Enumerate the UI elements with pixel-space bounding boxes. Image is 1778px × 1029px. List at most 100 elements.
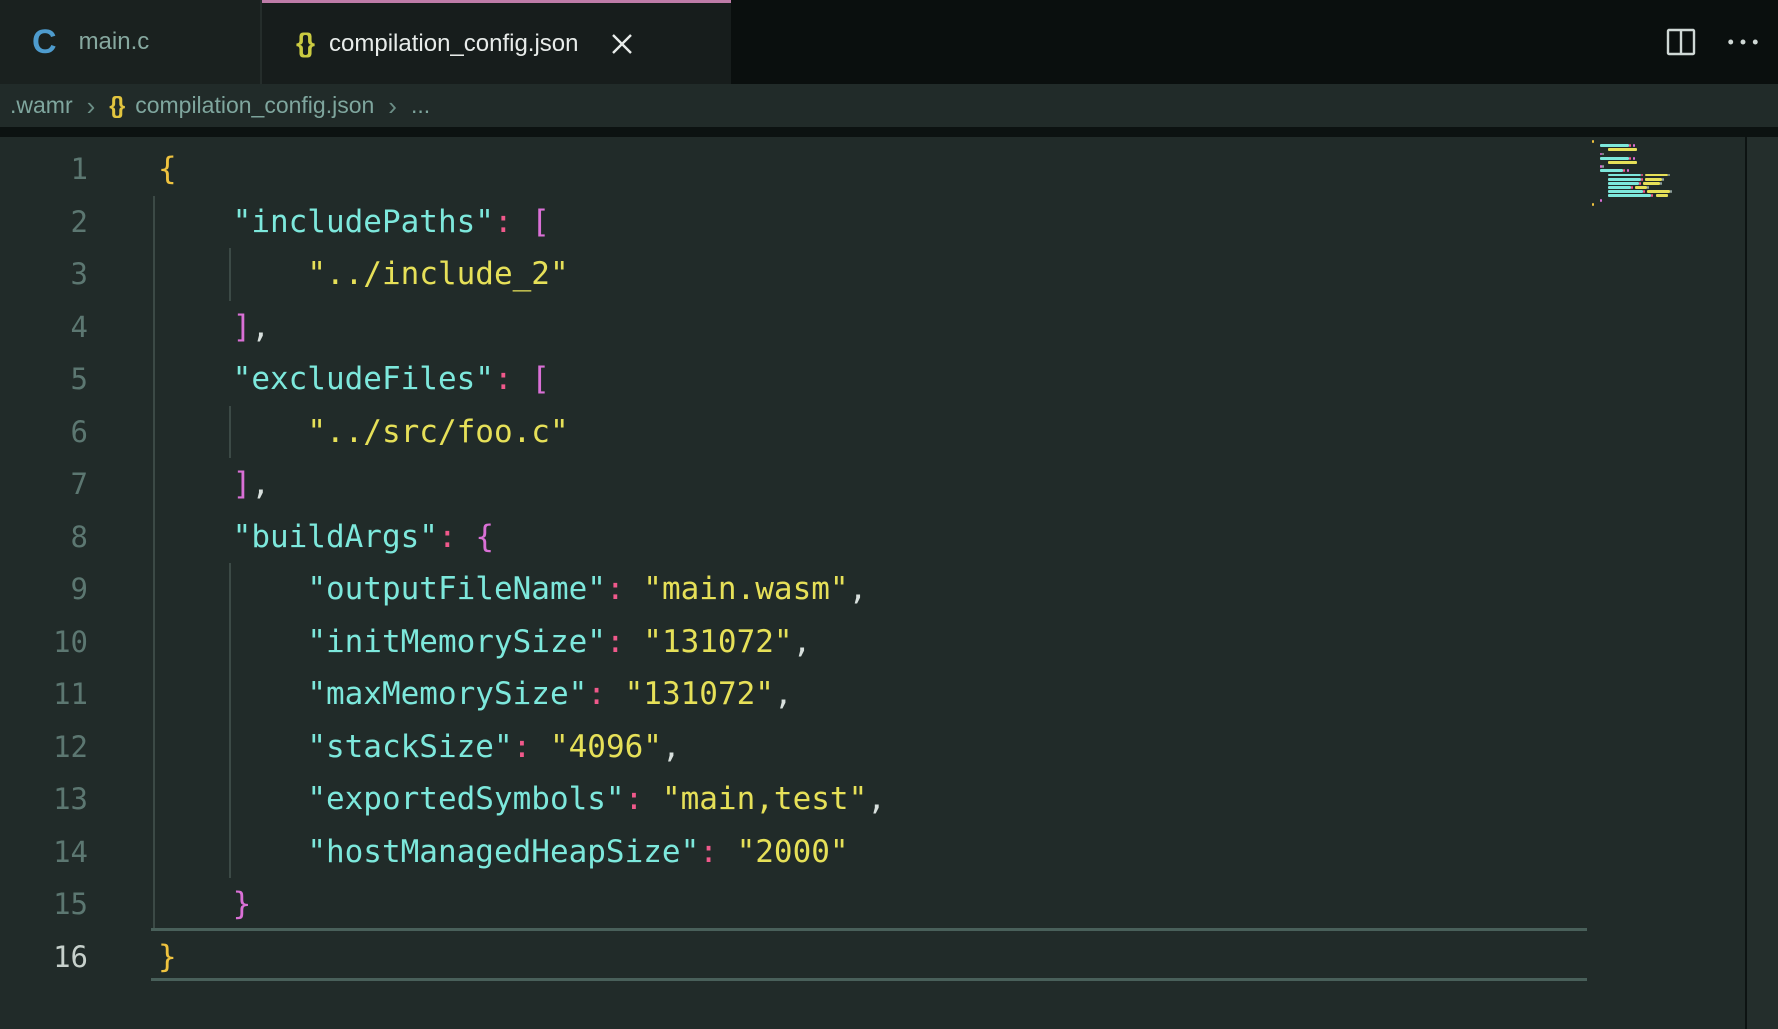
token-pun	[158, 361, 233, 397]
code-line[interactable]: }	[158, 878, 886, 931]
line-number[interactable]: 12	[0, 721, 88, 774]
code-line[interactable]: "initMemorySize": "131072",	[158, 616, 886, 669]
line-number-gutter[interactable]: 12345678910111213141516	[0, 143, 88, 983]
line-number[interactable]: 16	[0, 931, 88, 984]
tab-main-c[interactable]: C main.c	[0, 0, 262, 84]
tab-label: main.c	[79, 28, 150, 56]
token-col: :	[587, 676, 606, 712]
line-number[interactable]: 13	[0, 773, 88, 826]
line-number[interactable]: 7	[0, 458, 88, 511]
token-pun	[606, 676, 625, 712]
breadcrumb-symbol-path[interactable]: ...	[411, 92, 430, 119]
code-line[interactable]: ],	[158, 301, 886, 354]
code-line[interactable]: }	[158, 931, 886, 984]
minimap-line	[1592, 186, 1742, 189]
more-actions-button[interactable]	[1726, 25, 1760, 59]
minimap-segment	[1600, 144, 1629, 147]
minimap-segment	[1647, 190, 1670, 193]
line-number[interactable]: 9	[0, 563, 88, 616]
token-pun	[158, 256, 307, 292]
breadcrumb-file[interactable]: compilation_config.json	[135, 92, 374, 119]
code-line[interactable]: "buildArgs": {	[158, 511, 886, 564]
minimap-segment	[1592, 194, 1608, 197]
token-pun	[158, 571, 307, 607]
token-pun	[158, 834, 307, 870]
token-b1: {	[158, 151, 177, 187]
code-line[interactable]: "includePaths": [	[158, 196, 886, 249]
tab-bar: C main.c {} compilation_config.json	[0, 0, 1778, 84]
token-pun	[513, 204, 532, 240]
line-number[interactable]: 15	[0, 878, 88, 931]
tab-compilation-config-json[interactable]: {} compilation_config.json	[262, 0, 731, 84]
code-line[interactable]: "outputFileName": "main.wasm",	[158, 563, 886, 616]
token-b2: ]	[233, 309, 252, 345]
token-pun	[643, 781, 662, 817]
minimap-segment	[1608, 178, 1641, 181]
token-str: "../src/foo.c"	[307, 414, 568, 450]
token-key: "maxMemorySize"	[307, 676, 587, 712]
line-number[interactable]: 4	[0, 301, 88, 354]
minimap-segment	[1592, 169, 1600, 172]
minimap-segment	[1608, 182, 1639, 185]
minimap-line	[1592, 199, 1742, 202]
ellipsis-icon	[1726, 36, 1760, 48]
token-key: "buildArgs"	[233, 519, 438, 555]
minimap-segment	[1592, 165, 1600, 168]
token-pun	[513, 361, 532, 397]
line-number[interactable]: 1	[0, 143, 88, 196]
code-line[interactable]: "maxMemorySize": "131072",	[158, 668, 886, 721]
line-number[interactable]: 10	[0, 616, 88, 669]
split-editor-button[interactable]	[1664, 25, 1698, 59]
code-line[interactable]: "../include_2"	[158, 248, 886, 301]
minimap-segment	[1592, 144, 1600, 147]
token-b2: [	[531, 204, 550, 240]
close-tab-button[interactable]	[607, 29, 637, 59]
token-pun	[158, 466, 233, 502]
minimap-segment	[1643, 182, 1659, 185]
token-col: :	[494, 204, 513, 240]
minimap-segment	[1627, 169, 1629, 172]
code-line[interactable]: {	[158, 143, 886, 196]
minimap-line	[1592, 194, 1742, 197]
code-line[interactable]: "../src/foo.c"	[158, 406, 886, 459]
minimap-line	[1592, 157, 1742, 160]
token-pun	[531, 729, 550, 765]
code-line[interactable]: "exportedSymbols": "main,test",	[158, 773, 886, 826]
minimap-line	[1592, 203, 1742, 206]
json-braces-icon: {}	[296, 28, 313, 59]
line-number[interactable]: 14	[0, 826, 88, 879]
line-number[interactable]: 5	[0, 353, 88, 406]
minimap-segment	[1656, 194, 1668, 197]
minimap-segment	[1668, 174, 1670, 177]
minimap-line	[1592, 144, 1742, 147]
minimap-segment	[1600, 157, 1629, 160]
code-line[interactable]: "hostManagedHeapSize": "2000"	[158, 826, 886, 879]
minimap-segment	[1660, 182, 1662, 185]
token-str: "../include_2"	[307, 256, 568, 292]
breadcrumb-folder[interactable]: .wamr	[10, 92, 73, 119]
code-editor[interactable]: 12345678910111213141516 { "includePaths"…	[0, 127, 1778, 1029]
line-number[interactable]: 2	[0, 196, 88, 249]
minimap-segment	[1635, 186, 1647, 189]
code-line[interactable]: "excludeFiles": [	[158, 353, 886, 406]
code-content[interactable]: { "includePaths": [ "../include_2" ], "e…	[158, 143, 886, 983]
scrollbar-track[interactable]	[1745, 137, 1778, 1029]
minimap-line	[1592, 165, 1742, 168]
code-line[interactable]: ],	[158, 458, 886, 511]
minimap-line	[1592, 161, 1742, 164]
token-key: "includePaths"	[233, 204, 494, 240]
line-number[interactable]: 8	[0, 511, 88, 564]
token-key: "exportedSymbols"	[307, 781, 624, 817]
minimap-line	[1592, 174, 1742, 177]
code-line[interactable]: "stackSize": "4096",	[158, 721, 886, 774]
line-number[interactable]: 6	[0, 406, 88, 459]
token-b1: }	[158, 939, 177, 975]
token-str: "131072"	[643, 624, 792, 660]
token-col: :	[513, 729, 532, 765]
line-number[interactable]: 3	[0, 248, 88, 301]
minimap-segment	[1600, 199, 1602, 202]
minimap-segment	[1592, 161, 1608, 164]
line-number[interactable]: 11	[0, 668, 88, 721]
token-pun: ,	[774, 676, 793, 712]
minimap[interactable]	[1592, 140, 1742, 207]
